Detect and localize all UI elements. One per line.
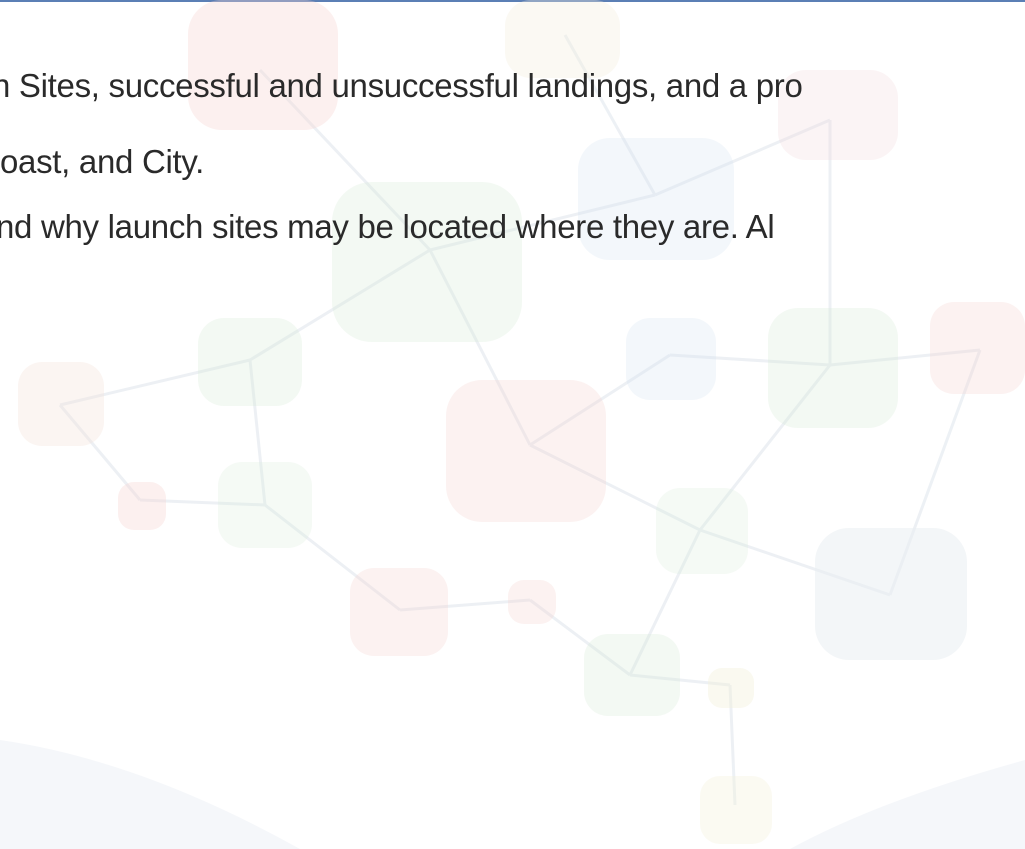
body-text-line: oast, and City. bbox=[0, 143, 204, 180]
corner-swoosh-left bbox=[0, 740, 300, 849]
body-text-line: nd why launch sites may be located where… bbox=[0, 208, 775, 245]
body-text-line: n Sites, successful and unsuccessful lan… bbox=[0, 67, 803, 104]
network-nodes bbox=[18, 0, 1025, 844]
slide: n Sites, successful and unsuccessful lan… bbox=[0, 0, 1025, 849]
network-background-graphic bbox=[0, 0, 1025, 849]
corner-swoosh-right bbox=[790, 760, 1025, 849]
